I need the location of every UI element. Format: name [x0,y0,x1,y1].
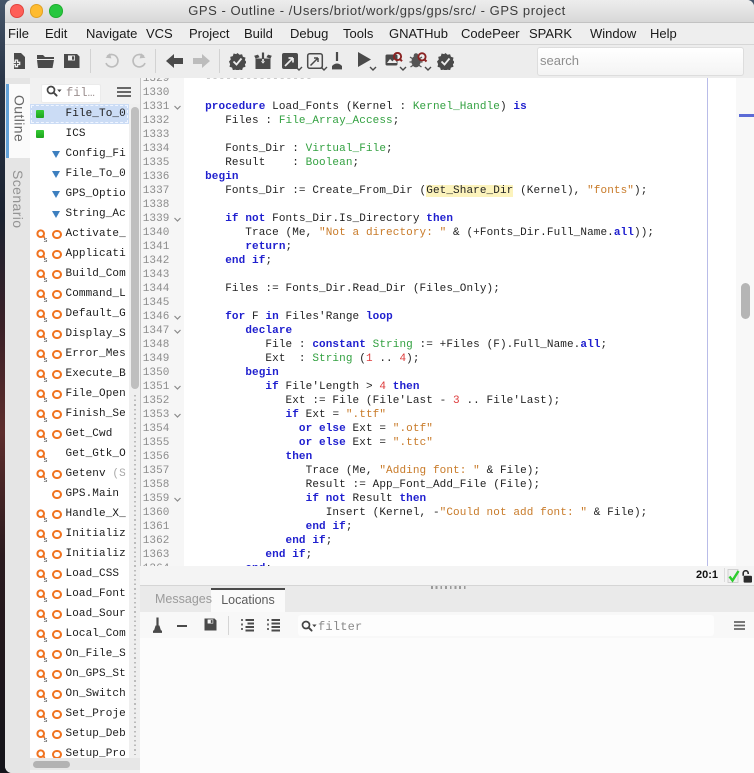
svg-text:s: s [44,555,48,562]
svg-text:s: s [44,535,48,542]
svg-text:s: s [44,695,48,702]
svg-text:s: s [44,235,48,242]
svg-text:s: s [44,415,48,422]
svg-text:s: s [44,715,48,722]
svg-text:s: s [44,635,48,642]
svg-text:s: s [44,515,48,522]
svg-text:s: s [44,615,48,622]
svg-text:s: s [44,435,48,442]
svg-text:s: s [44,455,48,462]
svg-text:s: s [44,735,48,742]
svg-text:s: s [44,275,48,282]
svg-text:s: s [44,575,48,582]
svg-text:s: s [44,255,48,262]
svg-text:s: s [44,475,48,482]
svg-text:s: s [44,395,48,402]
svg-text:s: s [44,595,48,602]
svg-text:s: s [44,655,48,662]
svg-text:s: s [44,675,48,682]
svg-text:s: s [44,355,48,362]
svg-text:s: s [44,295,48,302]
svg-text:s: s [44,315,48,322]
svg-text:s: s [44,375,48,382]
svg-text:s: s [44,335,48,342]
